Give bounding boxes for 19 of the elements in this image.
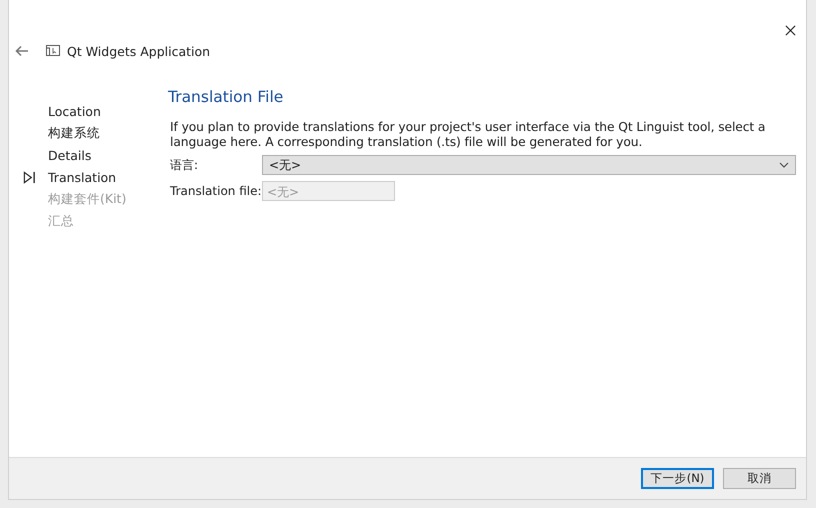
wizard-step: Details — [48, 148, 92, 162]
wizard-step: 构建套件(Kit) — [48, 190, 126, 208]
page-title: Translation File — [168, 88, 284, 106]
window-icon — [46, 45, 60, 57]
dialog-button[interactable]: 取消 — [723, 468, 796, 489]
window-title: Qt Widgets Application — [67, 44, 210, 58]
input-field: <无> — [262, 181, 395, 201]
back-arrow-icon[interactable] — [15, 45, 29, 57]
wizard-step: 汇总 — [48, 212, 74, 230]
field-label: 语言: — [170, 156, 200, 174]
description-text: If you plan to provide translations for your project's user interface via the Qt Linguist tool, select a language here. A corresponding translation (.ts) file will be generated for you. — [169, 120, 766, 150]
wizard-step: Translation — [48, 170, 116, 184]
wizard-step: 构建系统 — [48, 124, 100, 142]
chevron-down-icon — [779, 162, 789, 168]
dialog-button[interactable]: 下一步(N) — [641, 468, 714, 489]
wizard-step: Location — [48, 104, 101, 118]
close-icon[interactable] — [785, 25, 796, 36]
language-dropdown[interactable]: <无> — [262, 155, 796, 175]
field-label: Translation file: — [170, 184, 262, 198]
